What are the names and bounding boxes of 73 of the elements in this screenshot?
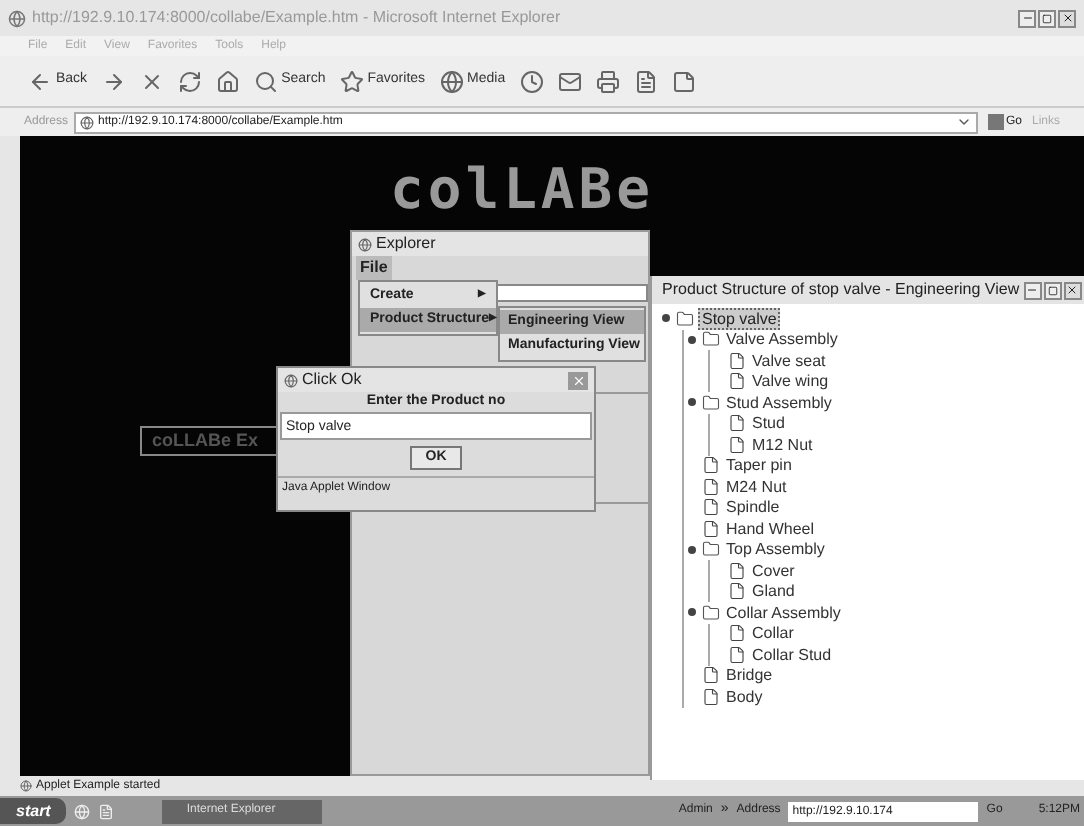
envelope-icon[interactable] [557,69,582,93]
tree-item[interactable]: Bridge [724,666,775,685]
tree-item[interactable]: Valve Assembly [724,330,840,349]
search-icon [253,69,278,93]
browser-icon [8,9,26,27]
tree-item[interactable]: Valve wing [750,372,831,391]
back-arrow-icon [28,69,52,93]
file-icon [728,645,746,664]
folder-icon [702,393,720,412]
file-icon [702,456,720,475]
text-field[interactable] [496,284,648,302]
start-button[interactable]: start [0,798,67,824]
tree-item[interactable]: Collar Assembly [724,603,843,622]
forward-arrow-icon[interactable] [101,69,126,93]
expand-toggle-icon[interactable] [687,398,695,407]
app-icon [284,373,298,387]
refresh-icon[interactable] [177,69,202,93]
tree-item[interactable]: Collar [750,624,796,643]
tree-item[interactable]: Gland [750,582,797,601]
close-icon[interactable] [1063,281,1082,299]
expand-toggle-icon[interactable] [687,545,695,554]
file-icon [728,372,746,391]
minimize-icon[interactable] [1023,281,1042,299]
maximize-icon[interactable] [1043,281,1062,299]
tree-item[interactable]: Stud Assembly [724,393,834,412]
tree-item[interactable]: Top Assembly [724,540,827,559]
minimize-icon[interactable] [1018,9,1036,27]
globe-icon [439,69,464,93]
tree-item[interactable]: Stop valve [698,307,781,330]
tree-item[interactable]: Stud [750,414,787,433]
file-icon [728,624,746,643]
folder-icon [702,330,720,349]
tree-item[interactable]: Collar Stud [750,645,834,664]
app-icon [358,237,372,251]
menu-item[interactable]: File [356,255,392,279]
file-icon [728,435,746,454]
file-icon [702,687,720,706]
logo: colLABe [390,156,655,224]
folder-icon [676,309,694,328]
file-icon [702,477,720,496]
note-icon[interactable] [671,69,696,93]
tree-item[interactable]: Hand Wheel [724,519,817,538]
dialog-title: Click Ok [302,368,362,392]
house-icon[interactable] [215,69,240,93]
tree-item[interactable]: Taper pin [724,456,794,475]
printer-icon[interactable] [595,69,620,93]
window-title: http://192.9.10.174:8000/collabe/Example.htm - Microsoft Internet Explorer [32,6,561,30]
expand-toggle-icon[interactable] [661,314,669,323]
clock-icon[interactable] [519,69,544,93]
tree-item[interactable]: Cover [750,561,797,580]
file-icon [728,414,746,433]
file-icon [702,666,720,685]
expand-toggle-icon[interactable] [687,335,695,344]
file-icon [702,519,720,538]
tree-item[interactable]: Valve seat [750,351,828,370]
window-title: Product Structure of stop valve - Engineering View [662,278,1020,302]
file-icon [702,498,720,517]
window-title: Explorer [376,232,436,256]
folder-icon [702,540,720,559]
tree-item[interactable]: Spindle [724,498,782,517]
document-icon[interactable] [633,69,658,93]
tree-item[interactable]: M12 Nut [750,435,815,454]
tree-item[interactable]: Body [724,687,765,706]
dropdown-icon[interactable] [955,114,972,130]
file-icon [728,582,746,601]
folder-icon [702,603,720,622]
file-icon [728,351,746,370]
close-icon[interactable] [1058,9,1076,27]
file-icon [728,561,746,580]
expand-toggle-icon[interactable] [687,608,695,617]
maximize-icon[interactable] [1038,9,1056,27]
star-icon [339,69,364,93]
tree-item[interactable]: M24 Nut [724,477,789,496]
